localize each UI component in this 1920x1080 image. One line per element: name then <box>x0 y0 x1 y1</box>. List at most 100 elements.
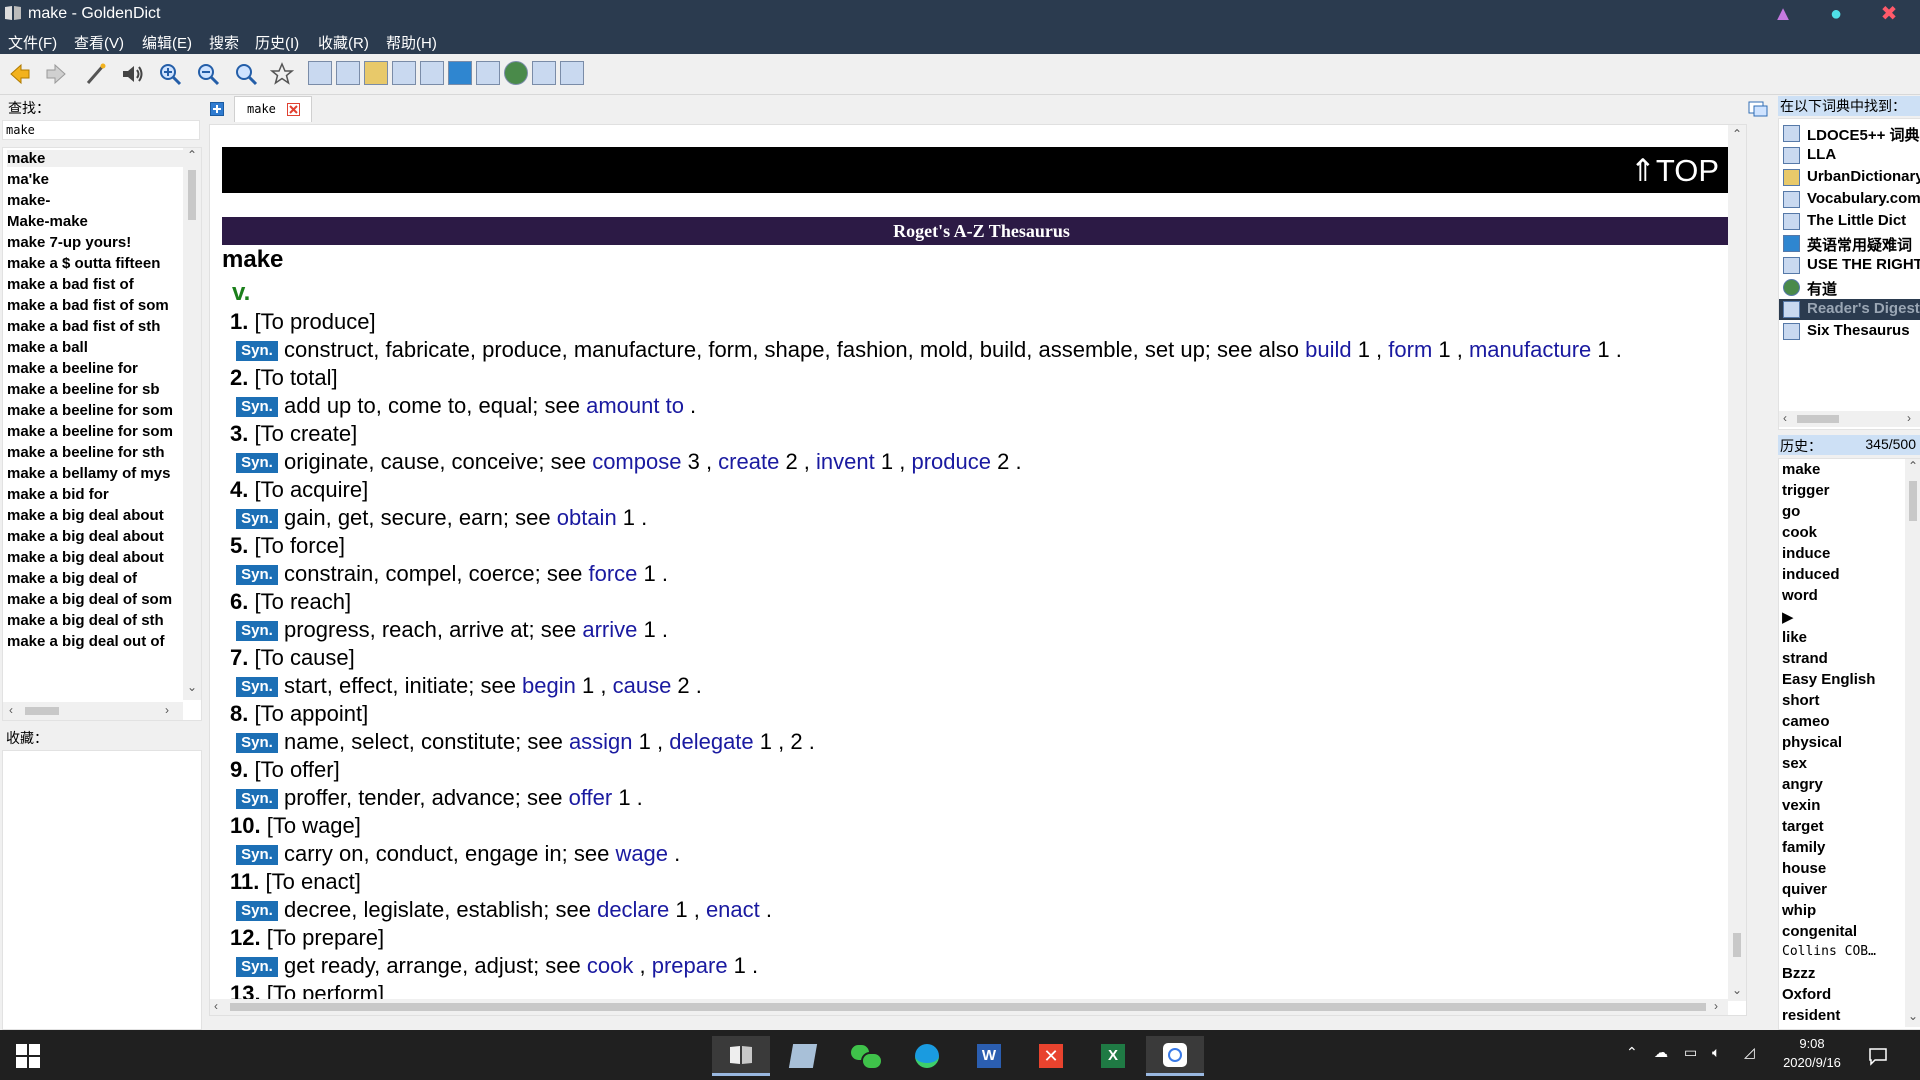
word-list-item[interactable]: make a big deal of <box>7 570 183 587</box>
word-list-item[interactable]: make- <box>7 192 183 209</box>
history-item[interactable]: whip <box>1782 902 1816 919</box>
wps-task-icon[interactable]: ✕ <box>1022 1036 1080 1076</box>
forward-arrow-icon[interactable] <box>44 62 68 86</box>
network-icon[interactable]: ◿ <box>1744 1044 1755 1061</box>
battery-icon[interactable]: ▭ <box>1684 1044 1697 1061</box>
word-list-item[interactable]: make a bad fist of sth <box>7 318 183 335</box>
history-item[interactable]: trigger <box>1782 482 1830 499</box>
favorites-pane[interactable] <box>2 750 202 1030</box>
maximize-button[interactable]: ● <box>1825 3 1847 25</box>
dict-youdao-globe-icon[interactable] <box>504 61 528 85</box>
history-item[interactable]: like <box>1782 629 1807 646</box>
history-item[interactable]: cook <box>1782 524 1817 541</box>
cross-reference-link[interactable]: assign <box>569 729 633 754</box>
history-item[interactable]: make <box>1782 461 1820 478</box>
history-item[interactable]: word <box>1782 587 1818 604</box>
article-vscroll[interactable]: ⌃ ⌄ <box>1728 125 1746 1001</box>
history-item[interactable]: Oxford <box>1782 986 1831 1003</box>
cross-reference-link[interactable]: manufacture <box>1469 337 1591 362</box>
cross-reference-link[interactable]: cook <box>587 953 633 978</box>
excel-task-icon[interactable]: X <box>1084 1036 1142 1076</box>
tray-app-icon[interactable]: ☁ <box>1654 1044 1668 1061</box>
dict-little-icon[interactable] <box>420 61 444 85</box>
scroll-left-icon[interactable]: ‹ <box>9 703 13 717</box>
hscroll-thumb[interactable] <box>25 707 59 715</box>
cross-reference-link[interactable]: force <box>588 561 637 586</box>
dict-list-hscroll[interactable]: ‹ › <box>1779 411 1920 427</box>
speaker-icon[interactable] <box>120 62 144 86</box>
history-item[interactable]: sex <box>1782 755 1807 772</box>
found-dictionary-item[interactable]: LDOCE5++ 词典 <box>1779 123 1920 144</box>
menu-search[interactable]: 搜索 <box>209 32 239 53</box>
history-item[interactable]: family <box>1782 839 1825 856</box>
close-button[interactable]: ✖ <box>1878 3 1900 25</box>
found-dictionary-item[interactable]: Reader's Digest <box>1779 299 1920 320</box>
volume-icon[interactable]: 🔈︎ <box>1712 1044 1720 1061</box>
cross-reference-link[interactable]: offer <box>569 785 613 810</box>
goldendict-task-icon[interactable] <box>712 1036 770 1076</box>
word-list-item[interactable]: make a bad fist of som <box>7 297 183 314</box>
history-vscroll[interactable]: ⌃ ⌄ <box>1905 459 1920 1027</box>
history-item[interactable]: go <box>1782 503 1800 520</box>
found-dictionary-item[interactable]: UrbanDictionary <box>1779 167 1920 188</box>
scroll-thumb[interactable] <box>188 170 196 220</box>
history-item[interactable]: induced <box>1782 566 1840 583</box>
new-tab-icon[interactable] <box>210 102 224 116</box>
word-list-item[interactable]: make a big deal out of <box>7 633 183 650</box>
word-list-item[interactable]: make a beeline for som <box>7 423 183 440</box>
history-item[interactable]: congenital <box>1782 923 1857 940</box>
found-dictionary-item[interactable]: 有道 <box>1779 277 1920 298</box>
dict-six-thesaurus-icon[interactable] <box>560 61 584 85</box>
cross-reference-link[interactable]: cause <box>613 673 672 698</box>
dock-toggle-icon[interactable] <box>1748 100 1768 118</box>
word-list-item[interactable]: make a beeline for sb <box>7 381 183 398</box>
cross-reference-link[interactable]: produce <box>911 449 991 474</box>
tab-make[interactable]: make <box>234 96 312 122</box>
scroll-down-icon[interactable]: ⌄ <box>1908 1009 1918 1023</box>
word-list-item[interactable]: make a bellamy of mys <box>7 465 183 482</box>
history-item[interactable]: vexin <box>1782 797 1820 814</box>
cross-reference-link[interactable]: declare <box>597 897 669 922</box>
menu-help[interactable]: 帮助(H) <box>386 32 437 53</box>
history-item[interactable]: Collins COB… <box>1782 944 1876 959</box>
history-item[interactable]: target <box>1782 818 1824 835</box>
scroll-thumb[interactable] <box>1733 933 1741 957</box>
top-anchor-bar[interactable]: ⇑TOP <box>222 147 1741 193</box>
word-list-item[interactable]: make a beeline for som <box>7 402 183 419</box>
scroll-down-icon[interactable]: ⌄ <box>187 680 197 694</box>
tray-chevron-icon[interactable]: ⌃ <box>1626 1044 1638 1061</box>
article-hscroll[interactable]: ‹ › <box>210 999 1728 1015</box>
found-dictionary-item[interactable]: The Little Dict <box>1779 211 1920 232</box>
clock[interactable]: 9:08 2020/9/16 <box>1764 1036 1860 1070</box>
word-list-hscroll[interactable]: ‹ › <box>3 702 183 720</box>
zoom-in-icon[interactable] <box>158 62 182 86</box>
scroll-up-icon[interactable]: ⌃ <box>1732 127 1742 141</box>
word-list-item[interactable]: Make-make <box>7 213 183 230</box>
scan-wand-icon[interactable] <box>84 62 108 86</box>
scroll-thumb[interactable] <box>1909 481 1917 521</box>
word-list-item[interactable]: make 7-up yours! <box>7 234 183 251</box>
dict-common-icon[interactable] <box>448 61 472 85</box>
cross-reference-link[interactable]: compose <box>592 449 681 474</box>
history-item[interactable]: Bzzz <box>1782 965 1815 982</box>
search-input[interactable]: make <box>2 120 200 140</box>
menu-history[interactable]: 历史(I) <box>255 32 299 53</box>
history-item[interactable]: induce <box>1782 545 1830 562</box>
dict-use-right-icon[interactable] <box>476 61 500 85</box>
found-dictionary-item[interactable]: Vocabulary.com <box>1779 189 1920 210</box>
windows-start-icon[interactable] <box>16 1044 40 1068</box>
history-item[interactable]: physical <box>1782 734 1842 751</box>
cross-reference-link[interactable]: create <box>718 449 779 474</box>
word-list-item[interactable]: make a big deal of som <box>7 591 183 608</box>
word-list-item[interactable]: make <box>7 150 183 167</box>
cross-reference-link[interactable]: wage <box>615 841 668 866</box>
edge-task-icon[interactable] <box>898 1036 956 1076</box>
found-dictionary-item[interactable]: Six Thesaurus <box>1779 321 1920 342</box>
word-list-item[interactable]: make a $ outta fifteen <box>7 255 183 272</box>
notification-icon[interactable] <box>1868 1046 1888 1066</box>
word-list-item[interactable]: make a beeline for <box>7 360 183 377</box>
app-task-icon[interactable] <box>1146 1036 1204 1076</box>
cross-reference-link[interactable]: arrive <box>582 617 637 642</box>
hscroll-thumb[interactable] <box>230 1003 1706 1011</box>
scroll-left-icon[interactable]: ‹ <box>1783 411 1787 425</box>
